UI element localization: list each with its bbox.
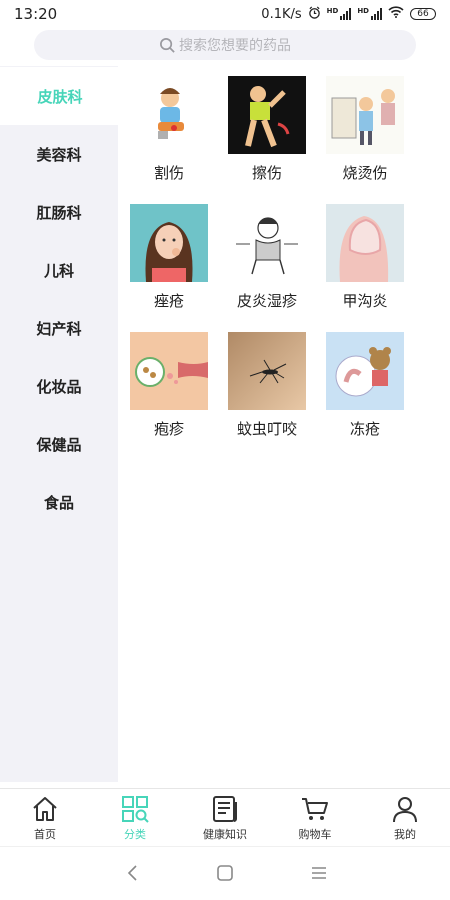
category-label: 甲沟炎 xyxy=(342,292,388,310)
eczema-image xyxy=(228,204,306,282)
category-paronychia[interactable]: 甲沟炎 xyxy=(318,200,416,320)
category-acne[interactable]: 痤疮 xyxy=(122,200,220,320)
sidebar-item-cosmetics[interactable]: 化妆品 xyxy=(0,357,118,415)
back-icon xyxy=(127,865,137,881)
category-label: 烧烫伤 xyxy=(342,164,388,182)
cut-wound-image xyxy=(130,76,208,154)
search-input[interactable]: 搜索您想要的药品 xyxy=(34,30,416,60)
home-icon xyxy=(33,797,57,821)
system-navigation-bar xyxy=(0,846,450,900)
category-label: 擦伤 xyxy=(251,164,282,182)
square-icon xyxy=(217,865,233,881)
category-cut-wound[interactable]: 割伤 xyxy=(122,72,220,192)
profile-icon xyxy=(393,797,417,823)
bottom-tab-bar: 首页 分类 健康知识 购物车 我的 xyxy=(0,788,450,844)
search-icon xyxy=(160,37,175,53)
category-label: 皮炎湿疹 xyxy=(236,292,297,310)
wifi-icon xyxy=(388,6,404,22)
category-eczema[interactable]: 皮炎湿疹 xyxy=(220,200,318,320)
sidebar-item-obstetrics[interactable]: 妇产科 xyxy=(0,299,118,357)
category-label: 冻疮 xyxy=(349,420,380,438)
sidebar-item-dermatology[interactable]: 皮肤科 xyxy=(0,67,120,125)
tab-home[interactable]: 首页 xyxy=(0,789,90,845)
category-label: 蚊虫叮咬 xyxy=(236,420,297,438)
tab-label: 我的 xyxy=(394,828,416,841)
article-icon xyxy=(213,796,237,822)
signal-icon: HD xyxy=(327,8,352,20)
sidebar-item-proctology[interactable]: 肛肠科 xyxy=(0,183,118,241)
paronychia-image xyxy=(326,204,404,282)
back-button[interactable] xyxy=(121,861,145,885)
mosquito-bite-image xyxy=(228,332,306,410)
category-burn[interactable]: 烧烫伤 xyxy=(318,72,416,192)
battery-indicator: 66 xyxy=(410,8,436,20)
tab-label: 首页 xyxy=(34,828,56,841)
cart-icon xyxy=(302,798,328,820)
search-placeholder: 搜索您想要的药品 xyxy=(179,38,291,54)
menu-icon xyxy=(312,867,326,879)
category-abrasion[interactable]: 擦伤 xyxy=(220,72,318,192)
status-time: 13:20 xyxy=(14,5,58,23)
network-speed: 0.1K/s xyxy=(261,6,302,22)
herpes-image xyxy=(130,332,208,410)
category-sidebar: 皮肤科 美容科 肛肠科 儿科 妇产科 化妆品 保健品 食品 xyxy=(0,66,120,782)
tab-label: 健康知识 xyxy=(203,828,247,841)
sidebar-item-food[interactable]: 食品 xyxy=(0,473,118,531)
category-mosquito-bite[interactable]: 蚊虫叮咬 xyxy=(220,328,318,448)
tab-profile[interactable]: 我的 xyxy=(360,789,450,845)
tab-label: 购物车 xyxy=(298,828,332,841)
category-herpes[interactable]: 疱疹 xyxy=(122,328,220,448)
chilblain-image xyxy=(326,332,404,410)
sidebar-item-pediatrics[interactable]: 儿科 xyxy=(0,241,118,299)
tab-cart[interactable]: 购物车 xyxy=(270,789,360,845)
alarm-icon xyxy=(308,6,321,23)
sidebar-item-cosmetology[interactable]: 美容科 xyxy=(0,125,118,183)
category-label: 痤疮 xyxy=(153,292,184,310)
menu-nav-button[interactable] xyxy=(307,861,331,885)
burn-image xyxy=(326,76,404,154)
category-icon xyxy=(122,796,149,823)
category-label: 疱疹 xyxy=(153,420,184,438)
acne-image xyxy=(130,204,208,282)
tab-category[interactable]: 分类 xyxy=(90,789,180,845)
status-bar: 13:20 0.1K/s HD HD 66 xyxy=(0,0,450,28)
sidebar-item-health-products[interactable]: 保健品 xyxy=(0,415,118,473)
signal-icon-2: HD xyxy=(357,8,382,20)
status-indicators: 0.1K/s HD HD 66 xyxy=(261,6,436,23)
home-nav-button[interactable] xyxy=(213,861,237,885)
tab-health-knowledge[interactable]: 健康知识 xyxy=(180,789,270,845)
category-chilblain[interactable]: 冻疮 xyxy=(318,328,416,448)
tab-label: 分类 xyxy=(124,828,146,841)
category-label: 割伤 xyxy=(153,164,184,182)
abrasion-image xyxy=(228,76,306,154)
